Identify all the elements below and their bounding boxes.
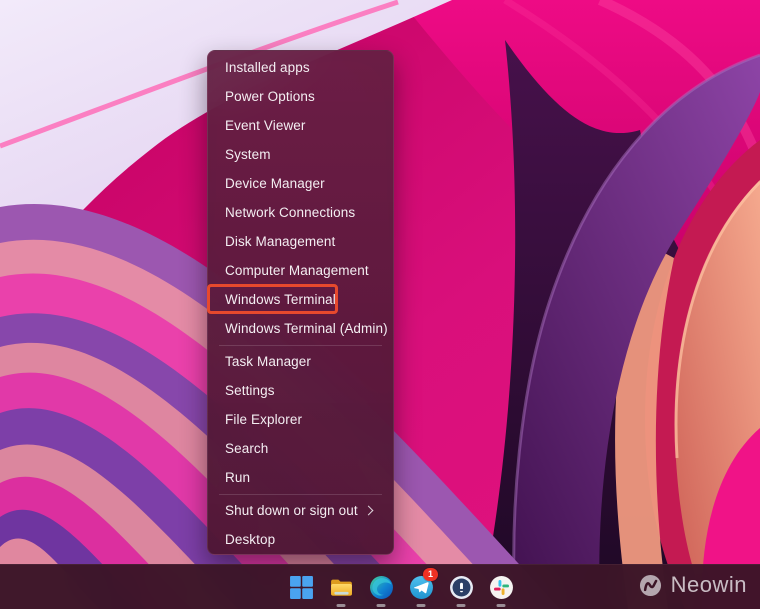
menu-item-network-connections[interactable]: Network Connections xyxy=(210,198,391,227)
menu-item-label: Device Manager xyxy=(225,169,325,198)
onepassword-taskbar-button[interactable] xyxy=(441,565,481,609)
slack-taskbar-button[interactable] xyxy=(481,565,521,609)
slack-icon xyxy=(489,575,514,600)
menu-item-label: Windows Terminal xyxy=(225,285,336,314)
taskbar-icon-group: 1 xyxy=(281,565,521,609)
menu-item-label: System xyxy=(225,140,271,169)
running-indicator xyxy=(497,604,506,607)
menu-item-label: Disk Management xyxy=(225,227,335,256)
running-indicator xyxy=(377,604,386,607)
onepassword-icon xyxy=(449,575,474,600)
menu-item-label: Event Viewer xyxy=(225,111,306,140)
menu-item-label: Installed apps xyxy=(225,53,310,82)
menu-separator xyxy=(219,494,382,495)
menu-item-settings[interactable]: Settings xyxy=(210,376,391,405)
menu-item-label: Settings xyxy=(225,376,275,405)
menu-item-desktop[interactable]: Desktop xyxy=(210,525,391,554)
neowin-logo-icon xyxy=(639,574,662,597)
taskbar: 1 xyxy=(0,564,760,609)
menu-item-search[interactable]: Search xyxy=(210,434,391,463)
menu-item-windows-terminal[interactable]: Windows Terminal xyxy=(210,285,391,314)
microsoft-edge-icon xyxy=(369,575,394,600)
neowin-watermark-text: Neowin xyxy=(671,572,747,598)
menu-item-computer-management[interactable]: Computer Management xyxy=(210,256,391,285)
start-button[interactable] xyxy=(281,565,321,609)
menu-item-label: Search xyxy=(225,434,268,463)
menu-separator xyxy=(219,345,382,346)
running-indicator xyxy=(417,604,426,607)
menu-item-installed-apps[interactable]: Installed apps xyxy=(210,53,391,82)
menu-item-run[interactable]: Run xyxy=(210,463,391,492)
menu-item-label: Windows Terminal (Admin) xyxy=(225,314,388,343)
menu-item-label: Task Manager xyxy=(225,347,311,376)
neowin-watermark: Neowin xyxy=(639,570,747,600)
menu-item-event-viewer[interactable]: Event Viewer xyxy=(210,111,391,140)
running-indicator xyxy=(457,604,466,607)
menu-item-file-explorer[interactable]: File Explorer xyxy=(210,405,391,434)
menu-item-disk-management[interactable]: Disk Management xyxy=(210,227,391,256)
file-explorer-icon xyxy=(329,575,354,600)
menu-item-label: Power Options xyxy=(225,82,315,111)
menu-item-device-manager[interactable]: Device Manager xyxy=(210,169,391,198)
menu-item-windows-terminal-admin[interactable]: Windows Terminal (Admin) xyxy=(210,314,391,343)
desktop: Installed apps Power Options Event Viewe… xyxy=(0,0,760,609)
menu-item-label: Run xyxy=(225,463,250,492)
menu-item-label: Computer Management xyxy=(225,256,369,285)
windows-start-icon xyxy=(289,575,314,600)
file-explorer-taskbar-button[interactable] xyxy=(321,565,361,609)
menu-item-shut-down-or-sign-out[interactable]: Shut down or sign out xyxy=(210,496,391,525)
menu-item-label: Network Connections xyxy=(225,198,355,227)
winx-context-menu: Installed apps Power Options Event Viewe… xyxy=(207,50,394,555)
telegram-notification-badge: 1 xyxy=(423,568,438,581)
menu-item-label: File Explorer xyxy=(225,405,302,434)
edge-taskbar-button[interactable] xyxy=(361,565,401,609)
menu-item-label: Desktop xyxy=(225,525,275,554)
menu-item-label: Shut down or sign out xyxy=(225,496,358,525)
menu-item-system[interactable]: System xyxy=(210,140,391,169)
menu-item-task-manager[interactable]: Task Manager xyxy=(210,347,391,376)
running-indicator xyxy=(337,604,346,607)
telegram-taskbar-button[interactable]: 1 xyxy=(401,565,441,609)
submenu-chevron-icon xyxy=(364,506,374,516)
menu-item-power-options[interactable]: Power Options xyxy=(210,82,391,111)
